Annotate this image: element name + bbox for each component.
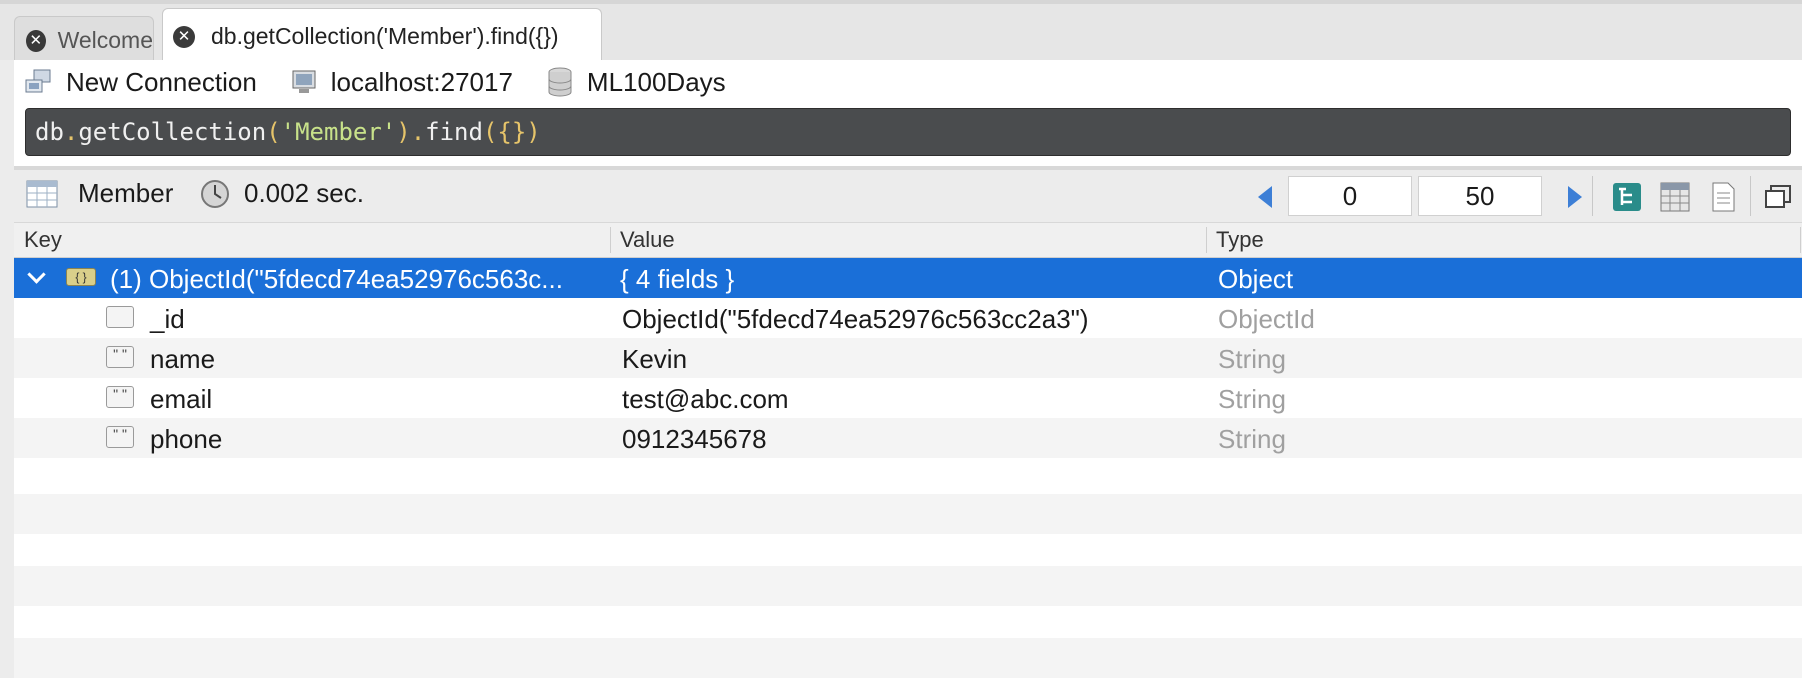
clock-icon (201, 179, 229, 208)
connection-icon (25, 69, 51, 93)
collection-label: Member (26, 178, 173, 209)
row-type: String (1218, 424, 1286, 454)
row-key: email (150, 384, 213, 414)
table-row-root[interactable]: { } (1) ObjectId("5fdecd74ea52976c563c..… (14, 258, 1802, 298)
row-value: 0912345678 (622, 424, 767, 454)
string-icon: " " (106, 386, 134, 408)
database-name[interactable]: ML100Days (547, 67, 726, 98)
row-key: name (150, 344, 216, 374)
table-row[interactable]: " " email test@abc.com String (14, 378, 1802, 418)
row-value: ObjectId("5fdecd74ea52976c563cc2a3") (622, 304, 1089, 334)
empty-row (14, 458, 1802, 498)
empty-row (14, 494, 1802, 534)
empty-row (14, 566, 1802, 606)
row-type: ObjectId (1218, 304, 1315, 334)
empty-row (14, 638, 1802, 678)
close-icon[interactable]: ✕ (173, 25, 195, 48)
column-header-value[interactable]: Value (620, 227, 675, 253)
connection-name[interactable]: New Connection (24, 67, 257, 98)
connection-bar: New Connection localhost:27017 ML100Days (14, 60, 1802, 104)
row-type: Object (1218, 264, 1294, 294)
limit-input[interactable]: 50 (1418, 176, 1542, 216)
string-icon: " " (106, 426, 134, 448)
results-table: Key Value Type { } (1) ObjectId("5fdecd7… (14, 222, 1802, 678)
table-view-icon[interactable] (1660, 182, 1690, 212)
previous-page-button[interactable] (1258, 186, 1272, 208)
row-type: String (1218, 384, 1286, 414)
query-time: 0.002 sec. (200, 178, 364, 209)
tab-label: Welcome (57, 27, 153, 53)
column-divider (1800, 227, 1801, 253)
results-toolbar: Member 0.002 sec. 0 50 (14, 170, 1802, 222)
blank-field-icon (106, 306, 134, 328)
column-divider[interactable] (610, 227, 611, 253)
query-editor-panel: db. getCollection('Member'). find({}) (14, 104, 1802, 166)
column-header-key[interactable]: Key (24, 227, 62, 253)
next-page-button[interactable] (1568, 186, 1582, 208)
table-header: Key Value Type (14, 222, 1802, 258)
database-icon (548, 67, 572, 97)
empty-row (14, 530, 1802, 570)
column-divider[interactable] (1206, 227, 1207, 253)
row-value: test@abc.com (622, 384, 789, 414)
row-key: (1) ObjectId("5fdecd74ea52976c563c... (110, 264, 563, 294)
table-row[interactable]: " " name Kevin String (14, 338, 1802, 378)
toolbar-divider (1750, 176, 1751, 216)
row-value: Kevin (622, 344, 688, 374)
skip-input[interactable]: 0 (1288, 176, 1412, 216)
column-header-type[interactable]: Type (1216, 227, 1264, 253)
tab-welcome[interactable]: ✕ Welcome (14, 16, 154, 64)
row-key: _id (150, 304, 185, 334)
server-icon (292, 70, 316, 93)
row-value: { 4 fields } (620, 264, 735, 294)
empty-row (14, 602, 1802, 642)
string-icon: " " (106, 346, 134, 368)
text-view-icon[interactable] (1708, 182, 1738, 212)
close-icon[interactable]: ✕ (26, 29, 46, 52)
table-icon (26, 180, 58, 207)
maximize-icon[interactable] (1764, 182, 1792, 212)
tab-bar: ✕ Welcome ✕ db.getCollection('Member').f… (0, 0, 1802, 64)
table-row[interactable]: _id ObjectId("5fdecd74ea52976c563cc2a3")… (14, 298, 1802, 338)
object-icon: { } (66, 268, 96, 286)
row-type: String (1218, 344, 1286, 374)
tree-view-icon[interactable] (1612, 182, 1642, 212)
chevron-down-icon[interactable] (27, 265, 46, 284)
left-gutter (0, 170, 14, 678)
toolbar-divider (1592, 176, 1593, 216)
query-editor[interactable]: db. getCollection('Member'). find({}) (25, 108, 1791, 156)
server-name[interactable]: localhost:27017 (291, 67, 513, 98)
row-key: phone (150, 424, 223, 454)
tab-label: db.getCollection('Member').find({}) (211, 23, 559, 49)
table-row[interactable]: " " phone 0912345678 String (14, 418, 1802, 458)
tab-query[interactable]: ✕ db.getCollection('Member').find({}) (162, 8, 602, 64)
